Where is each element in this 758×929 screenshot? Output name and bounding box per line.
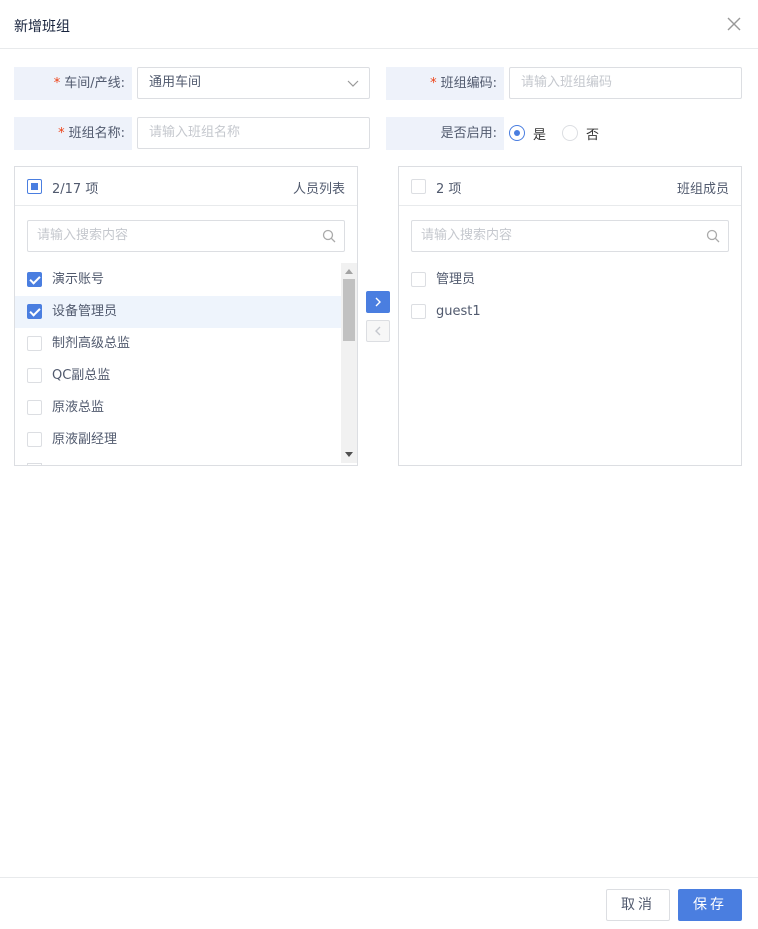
left-search-input[interactable]: 请输入搜索内容 bbox=[27, 220, 345, 252]
team-name-label: * 班组名称: bbox=[14, 117, 132, 150]
left-list-scrollbar[interactable] bbox=[341, 263, 357, 463]
dialog-title: 新增班组 bbox=[14, 19, 70, 35]
transfer-right-panel: 2 项 班组成员 请输入搜索内容 管理员 guest1 bbox=[398, 166, 742, 466]
list-item[interactable]: guest1 bbox=[399, 296, 741, 328]
list-item-label: 管理员 bbox=[436, 272, 476, 287]
dialog-footer: 取消 保存 bbox=[0, 877, 758, 929]
list-item[interactable]: 演示账号 bbox=[15, 264, 341, 296]
search-icon bbox=[322, 229, 336, 243]
list-item-label: 原液总监 bbox=[52, 400, 105, 415]
checkbox[interactable] bbox=[411, 272, 426, 287]
workshop-select[interactable]: 通用车间 bbox=[137, 67, 370, 99]
enabled-radio-group: 是 否 bbox=[509, 122, 615, 144]
team-code-label: * 班组编码: bbox=[386, 67, 504, 100]
close-icon[interactable] bbox=[724, 14, 744, 34]
radio-enabled-yes[interactable]: 是 bbox=[509, 124, 546, 143]
list-item-label: 设备管理员 bbox=[52, 304, 118, 319]
right-panel-count: 2 项 bbox=[436, 182, 462, 197]
chevron-left-icon bbox=[375, 326, 381, 336]
scroll-up-icon[interactable] bbox=[345, 269, 353, 274]
checkbox[interactable] bbox=[411, 304, 426, 319]
left-panel-count: 2/17 项 bbox=[52, 182, 99, 197]
right-panel-title: 班组成员 bbox=[676, 182, 729, 197]
list-item-label: 演示账号 bbox=[52, 272, 105, 287]
left-panel-title: 人员列表 bbox=[292, 182, 345, 197]
partial-checkbox bbox=[27, 463, 42, 465]
list-item-label: 原液副经理 bbox=[52, 432, 118, 447]
team-code-input[interactable]: 请输入班组编码 bbox=[509, 67, 742, 99]
right-search-input[interactable]: 请输入搜索内容 bbox=[411, 220, 729, 252]
checkbox[interactable] bbox=[27, 304, 42, 319]
checkbox[interactable] bbox=[27, 432, 42, 447]
checkbox[interactable] bbox=[27, 336, 42, 351]
team-name-input[interactable]: 请输入班组名称 bbox=[137, 117, 370, 149]
move-right-button[interactable] bbox=[366, 291, 390, 313]
list-item-label: QC副总监 bbox=[52, 368, 111, 383]
transfer-left-panel: 2/17 项 人员列表 请输入搜索内容 演示账号 设备管理员 制剂高级总监 QC… bbox=[14, 166, 358, 466]
scroll-down-icon[interactable] bbox=[345, 452, 353, 457]
radio-checked-icon bbox=[509, 125, 525, 141]
move-left-button[interactable] bbox=[366, 320, 390, 342]
list-item-label: 制剂高级总监 bbox=[52, 336, 131, 351]
checkbox[interactable] bbox=[27, 272, 42, 287]
right-panel-header: 2 项 班组成员 bbox=[399, 167, 741, 206]
workshop-label: * 车间/产线: bbox=[14, 67, 132, 100]
scrollbar-thumb[interactable] bbox=[343, 279, 355, 341]
save-button[interactable]: 保存 bbox=[678, 889, 742, 921]
list-item[interactable]: 设备管理员 bbox=[15, 296, 341, 328]
list-item[interactable]: 原液总监 bbox=[15, 392, 341, 424]
team-code-placeholder: 请输入班组编码 bbox=[521, 75, 613, 90]
cancel-button[interactable]: 取消 bbox=[606, 889, 670, 921]
chevron-right-icon bbox=[375, 297, 381, 307]
list-item[interactable]: QC副总监 bbox=[15, 360, 341, 392]
search-icon bbox=[706, 229, 720, 243]
team-name-placeholder: 请输入班组名称 bbox=[149, 125, 241, 140]
select-all-checkbox-left[interactable] bbox=[27, 179, 42, 194]
select-all-checkbox-right[interactable] bbox=[411, 179, 426, 194]
radio-unchecked-icon bbox=[562, 125, 579, 141]
chevron-down-icon bbox=[347, 80, 359, 87]
radio-no-label: 否 bbox=[586, 127, 600, 143]
radio-enabled-no[interactable]: 否 bbox=[562, 124, 599, 143]
workshop-select-value: 通用车间 bbox=[149, 75, 202, 90]
list-item[interactable]: 原液副经理 bbox=[15, 424, 341, 456]
right-search-placeholder: 请输入搜索内容 bbox=[421, 228, 513, 243]
checkbox[interactable] bbox=[27, 400, 42, 415]
left-search-placeholder: 请输入搜索内容 bbox=[37, 228, 129, 243]
dialog-header: 新增班组 bbox=[0, 0, 758, 49]
enabled-label: 是否启用: bbox=[386, 117, 504, 150]
list-item[interactable]: 制剂高级总监 bbox=[15, 328, 341, 360]
radio-yes-label: 是 bbox=[533, 127, 547, 143]
checkbox[interactable] bbox=[27, 368, 42, 383]
list-item[interactable]: 管理员 bbox=[399, 264, 741, 296]
list-item-label: guest1 bbox=[436, 304, 481, 319]
left-panel-header: 2/17 项 人员列表 bbox=[15, 167, 357, 206]
